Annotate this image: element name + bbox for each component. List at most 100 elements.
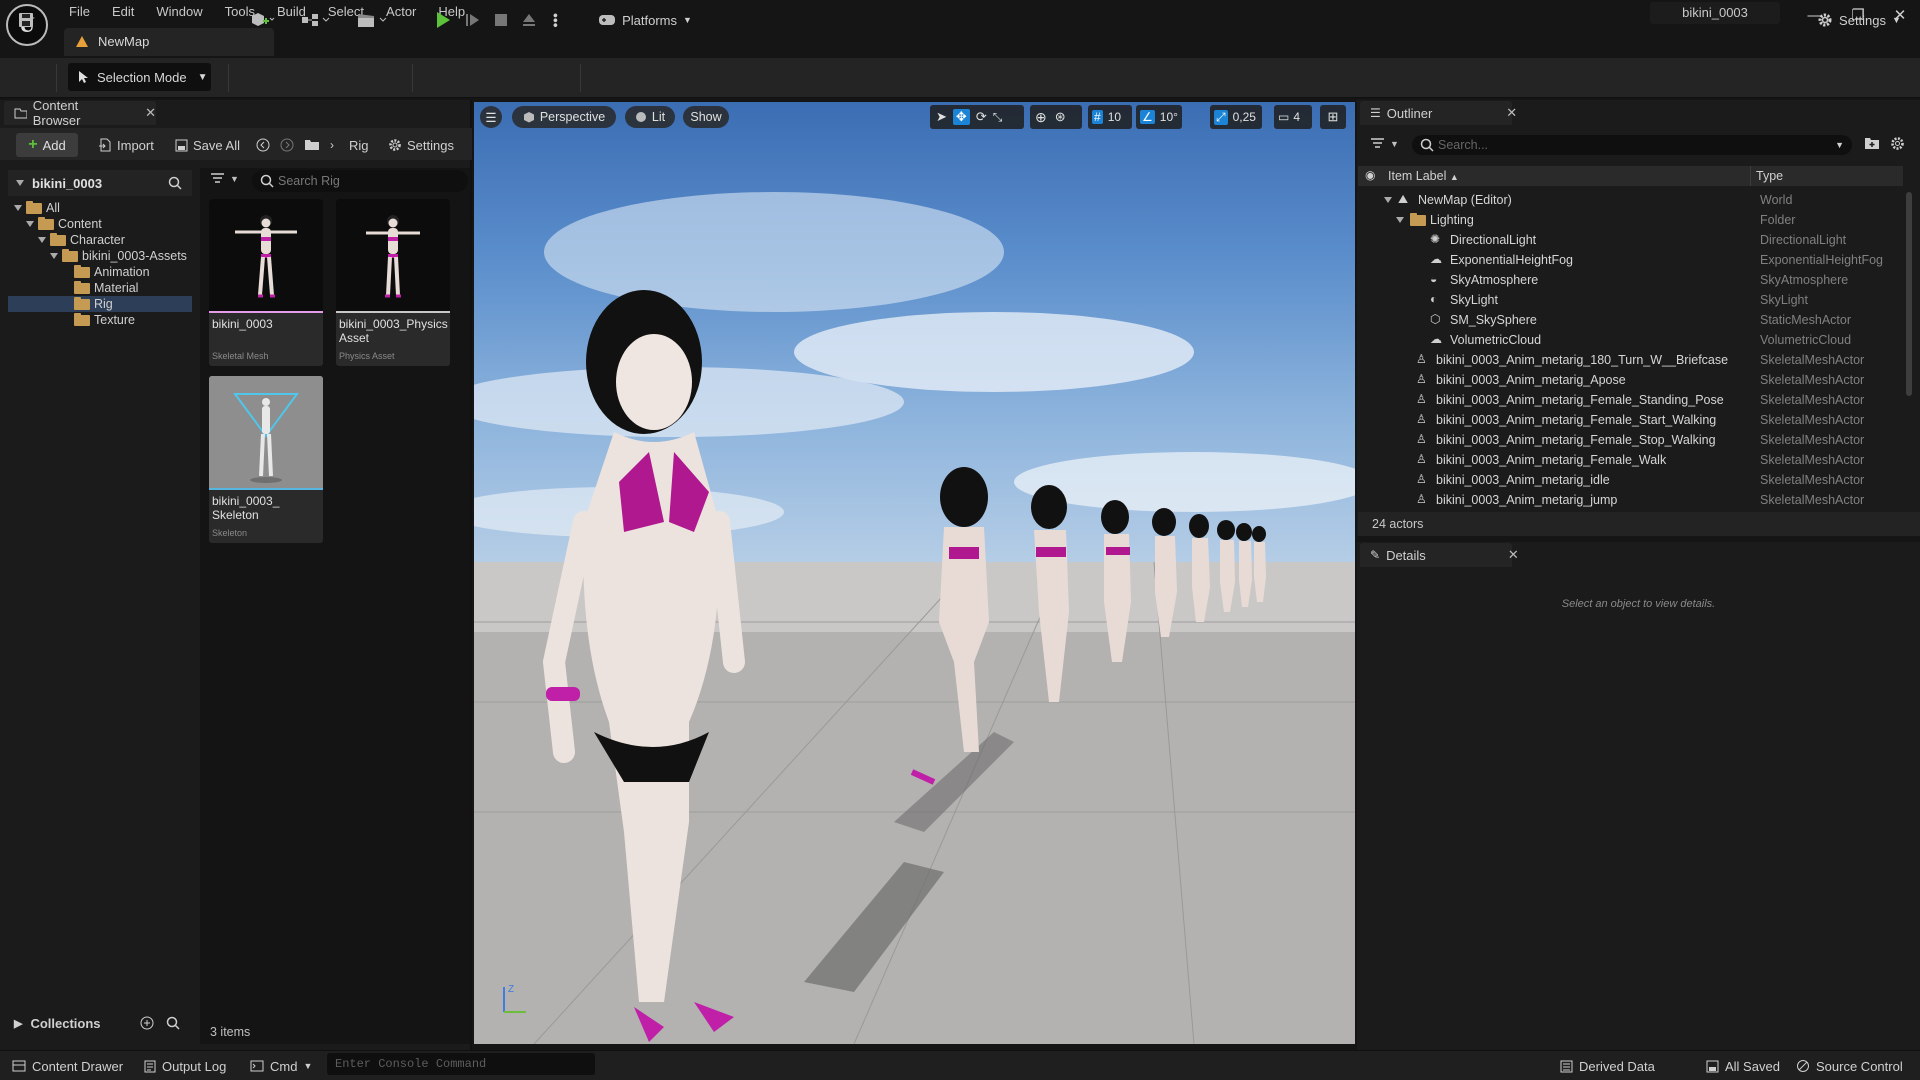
viewport-menu-button[interactable]: ☰: [480, 106, 502, 128]
column-divider: [1750, 166, 1751, 186]
outliner-row[interactable]: ◐ SkyLight SkyLight: [1358, 290, 1903, 310]
collections-header[interactable]: ▶ Collections: [8, 1011, 192, 1035]
add-collection-icon[interactable]: [140, 1016, 154, 1030]
console-command-input[interactable]: Enter Console Command: [327, 1053, 595, 1075]
outliner-row[interactable]: ✺ DirectionalLight DirectionalLight: [1358, 230, 1903, 250]
level-viewport[interactable]: Z ☰ Perspective Lit Show ➤ ✥ ⟳ ⤡ ⊕ ⊛ # 1…: [474, 102, 1355, 1044]
stop-button[interactable]: [488, 6, 514, 34]
outliner-row[interactable]: ♙ bikini_0003_Anim_metarig_Female_Standin…: [1358, 390, 1903, 410]
outliner-row[interactable]: ⬡ SM_SkySphere StaticMeshActor: [1358, 310, 1903, 330]
import-button[interactable]: Import: [98, 133, 154, 157]
eye-icon[interactable]: ◉: [1365, 168, 1375, 182]
tree-item[interactable]: Material: [8, 280, 192, 296]
cmd-dropdown[interactable]: Cmd ▼: [250, 1056, 312, 1076]
outliner-row[interactable]: ♙ bikini_0003_Anim_metarig_Apose SkeletalM…: [1358, 370, 1903, 390]
details-tab[interactable]: ✎ Details ✕: [1360, 543, 1519, 567]
eject-button[interactable]: [516, 6, 542, 34]
outliner-row[interactable]: ♙ bikini_0003_Anim_metarig_Female_Walk Ske…: [1358, 450, 1903, 470]
asset-tile-physics-asset[interactable]: bikini_0003_Physics Asset Physics Asset: [336, 199, 450, 366]
derived-data-button[interactable]: Derived Data: [1560, 1056, 1655, 1076]
rotate-tool-icon[interactable]: ⟳: [976, 109, 987, 125]
history-forward-button[interactable]: [280, 133, 294, 157]
outliner-row[interactable]: ♙ bikini_0003_Anim_metarig_jump SkeletalMe…: [1358, 490, 1903, 510]
outliner-settings-button[interactable]: [1890, 136, 1905, 151]
chevron-down-icon[interactable]: [1396, 217, 1404, 223]
cinematics-button[interactable]: [352, 6, 394, 34]
blueprint-button[interactable]: [296, 6, 336, 34]
grid-snap-control[interactable]: # 10: [1088, 105, 1132, 129]
outliner-item-type: World: [1760, 193, 1793, 207]
path-folder-button[interactable]: [304, 133, 320, 157]
outliner-tab[interactable]: ☰ Outliner ✕: [1360, 101, 1517, 125]
step-button[interactable]: [460, 6, 486, 34]
outliner-filter-button[interactable]: ▼: [1370, 137, 1399, 151]
source-control-button[interactable]: Source Control: [1796, 1056, 1903, 1076]
all-saved-button[interactable]: All Saved: [1706, 1056, 1780, 1076]
view-mode-dropdown[interactable]: Lit: [625, 106, 675, 128]
menu-file[interactable]: File: [58, 2, 101, 22]
add-actor-button[interactable]: [242, 6, 282, 34]
asset-tile-skeletal-mesh[interactable]: bikini_0003 Skeletal Mesh: [209, 199, 323, 366]
type-column[interactable]: Type: [1756, 169, 1783, 183]
platforms-dropdown[interactable]: Platforms ▼: [596, 6, 694, 34]
select-tool-icon[interactable]: ➤: [936, 109, 947, 125]
perspective-dropdown[interactable]: Perspective: [512, 106, 616, 128]
outliner-row[interactable]: ◒ SkyAtmosphere SkyAtmosphere: [1358, 270, 1903, 290]
outliner-row[interactable]: ☁ ExponentialHeightFog ExponentialHeightFo…: [1358, 250, 1903, 270]
item-label-column[interactable]: Item Label ▲: [1388, 169, 1459, 183]
content-drawer-button[interactable]: Content Drawer: [12, 1056, 123, 1076]
platforms-label: Platforms: [622, 12, 677, 28]
close-icon[interactable]: ✕: [145, 105, 156, 121]
scale-tool-icon[interactable]: ⤡: [993, 110, 1003, 125]
tree-root-header[interactable]: bikini_0003: [8, 170, 192, 196]
rotation-snap-control[interactable]: ∠ 10°: [1136, 105, 1182, 129]
tree-item[interactable]: Content: [8, 216, 192, 232]
play-options-button[interactable]: •••: [546, 6, 566, 34]
content-browser-settings-button[interactable]: Settings: [388, 133, 454, 157]
tree-item[interactable]: Animation: [8, 264, 192, 280]
filter-button[interactable]: ▼: [210, 172, 239, 186]
menu-edit[interactable]: Edit: [101, 2, 145, 22]
menu-window[interactable]: Window: [145, 2, 213, 22]
tree-item[interactable]: All: [8, 200, 192, 216]
new-folder-button[interactable]: [1864, 136, 1880, 150]
close-icon[interactable]: ✕: [1508, 547, 1519, 563]
show-dropdown[interactable]: Show: [683, 106, 729, 128]
camera-speed-control[interactable]: ▭ 4: [1274, 105, 1312, 129]
outliner-row[interactable]: ☁ VolumetricCloud VolumetricCloud: [1358, 330, 1903, 350]
search-icon[interactable]: [168, 176, 182, 190]
tree-item[interactable]: Rig: [8, 296, 192, 312]
outliner-scrollbar[interactable]: [1906, 192, 1912, 396]
outliner-row[interactable]: ⛰ NewMap (Editor) World: [1358, 190, 1903, 210]
outliner-row[interactable]: ♙ bikini_0003_Anim_metarig_idle SkeletalMe…: [1358, 470, 1903, 490]
tree-item[interactable]: Texture: [8, 312, 192, 328]
output-log-button[interactable]: Output Log: [144, 1056, 226, 1076]
tree-item[interactable]: Character: [8, 232, 192, 248]
outliner-row[interactable]: ♙ bikini_0003_Anim_metarig_180_Turn_W__Br…: [1358, 350, 1903, 370]
history-back-button[interactable]: [256, 133, 270, 157]
outliner-row[interactable]: ♙ bikini_0003_Anim_metarig_Female_Start_W…: [1358, 410, 1903, 430]
outliner-row[interactable]: Lighting Folder: [1358, 210, 1903, 230]
surface-snap-icon[interactable]: ⊛: [1055, 109, 1066, 125]
tree-item[interactable]: bikini_0003-Assets: [8, 248, 192, 264]
save-all-button[interactable]: Save All: [175, 133, 240, 157]
globe-icon[interactable]: ⊕: [1035, 109, 1047, 126]
editor-settings-dropdown[interactable]: Settings ▼: [1810, 6, 1908, 34]
viewport-layout-button[interactable]: ⊞: [1320, 105, 1346, 129]
breadcrumb-rig[interactable]: Rig: [349, 138, 369, 153]
asset-search-input[interactable]: Search Rig: [252, 170, 468, 192]
translate-tool-icon[interactable]: ✥: [952, 109, 970, 125]
outliner-search-input[interactable]: Search... ▼: [1412, 135, 1852, 155]
import-icon: [99, 138, 111, 152]
content-browser-tab[interactable]: Content Browser ✕: [4, 98, 156, 128]
play-button[interactable]: [429, 6, 457, 34]
outliner-row[interactable]: ♙ bikini_0003_Anim_metarig_Female_Stop_Wa…: [1358, 430, 1903, 450]
chevron-down-icon[interactable]: [1384, 197, 1392, 203]
add-button[interactable]: + Add: [16, 133, 78, 157]
scale-snap-control[interactable]: ⤢ 0,25: [1210, 105, 1262, 129]
save-level-button[interactable]: [12, 6, 40, 34]
selection-mode-dropdown[interactable]: Selection Mode ▼: [68, 63, 211, 91]
asset-tile-skeleton[interactable]: bikini_0003_ Skeleton Skeleton: [209, 376, 323, 543]
search-icon[interactable]: [166, 1016, 180, 1030]
close-icon[interactable]: ✕: [1506, 105, 1517, 121]
